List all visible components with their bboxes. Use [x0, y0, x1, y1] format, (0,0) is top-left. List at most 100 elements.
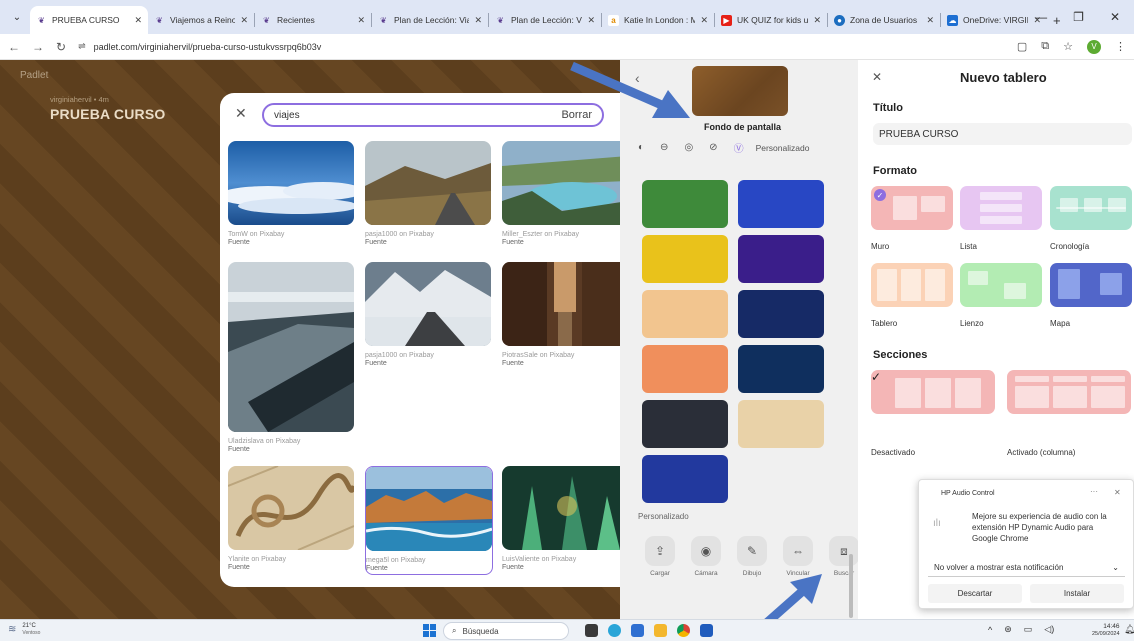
image-result[interactable]: Ylanite on Pixabay Fuente — [227, 465, 357, 571]
close-icon[interactable]: ✕ — [926, 15, 934, 26]
tab-zona-usuarios[interactable]: ● Zona de Usuarios ✕ — [828, 6, 940, 34]
image-result[interactable]: TomW on Pixabay Fuente — [220, 141, 363, 246]
profile-avatar[interactable]: V — [1087, 39, 1101, 54]
image-source-link[interactable]: Fuente — [228, 564, 356, 571]
image-result[interactable]: LuisValiente on Pixabay Fuente — [502, 466, 630, 571]
category-colors-icon[interactable]: ◐ — [638, 142, 644, 153]
wallpaper-swatch[interactable] — [642, 400, 728, 448]
section-option-off[interactable]: ✓ Desactivado — [871, 370, 995, 457]
image-source-link[interactable]: Fuente — [365, 360, 493, 367]
draw-button[interactable]: ✎ Dibujo — [732, 536, 772, 577]
wallpaper-swatch[interactable] — [738, 400, 824, 448]
close-window-icon[interactable]: ✕ — [1110, 10, 1120, 24]
image-source-link[interactable]: Fuente — [365, 239, 493, 246]
wallpaper-swatch[interactable] — [738, 235, 824, 283]
windows-start-icon[interactable] — [423, 624, 436, 637]
extensions-icon[interactable]: ⧉ — [1041, 40, 1049, 53]
menu-icon[interactable]: ⋮ — [1115, 40, 1126, 53]
category-textures-icon[interactable]: ⊘ — [709, 142, 717, 153]
close-icon[interactable]: ✕ — [700, 15, 708, 26]
wallpaper-swatch[interactable] — [642, 345, 728, 393]
dont-show-again-select[interactable]: No volver a mostrar esta notificación ⌄ — [928, 559, 1125, 577]
close-icon[interactable]: ✕ — [235, 105, 247, 122]
tab-katie-london[interactable]: a Katie In London : Mo ✕ — [602, 6, 714, 34]
format-option-tablero[interactable]: Tablero — [871, 263, 953, 328]
close-icon[interactable]: ✕ — [357, 15, 365, 26]
image-search-input[interactable]: viajes Borrar — [262, 103, 604, 127]
notification-bell-icon[interactable]: 🔔︎ — [1124, 624, 1134, 635]
wallpaper-swatch[interactable] — [642, 290, 728, 338]
minimize-icon[interactable]: — — [1035, 10, 1047, 24]
close-icon[interactable]: ✕ — [813, 15, 821, 26]
image-result-selected[interactable]: mega5l on Pixabay Fuente — [365, 466, 493, 575]
store-icon[interactable] — [631, 624, 644, 637]
format-option-muro[interactable]: ✓ Muro — [871, 186, 953, 251]
taskview-icon[interactable] — [585, 624, 598, 637]
category-patterns-icon[interactable]: ◎ — [684, 142, 693, 153]
taskbar-clock[interactable]: 14:46 25/09/2024 — [1092, 623, 1120, 638]
tab-recientes[interactable]: ❦ Recientes ✕ — [255, 6, 371, 34]
tab-viajemos[interactable]: ❦ Viajemos a Reino Un ✕ — [148, 6, 254, 34]
weather-widget[interactable]: ≋ 21°C Ventoso — [8, 623, 40, 636]
site-info-icon[interactable]: ⇌ — [78, 41, 86, 52]
image-source-link[interactable]: Fuente — [502, 239, 630, 246]
dismiss-button[interactable]: Descartar — [928, 584, 1022, 603]
image-source-link[interactable]: Fuente — [502, 360, 630, 367]
image-result[interactable]: pasja1000 on Pixabay Fuente — [365, 141, 493, 246]
cast-icon[interactable]: ▢ — [1017, 40, 1027, 53]
tab-custom[interactable]: Personalizado — [756, 143, 810, 153]
word-icon[interactable] — [700, 624, 713, 637]
wallpaper-swatch[interactable] — [738, 290, 824, 338]
wallpaper-swatch[interactable] — [642, 455, 728, 503]
meet-icon[interactable] — [608, 624, 621, 637]
clear-search-button[interactable]: Borrar — [561, 109, 592, 121]
back-icon[interactable]: ← — [8, 40, 20, 54]
wallpaper-swatch[interactable] — [642, 180, 728, 228]
format-option-lista[interactable]: Lista — [960, 186, 1042, 251]
close-icon[interactable]: ✕ — [134, 15, 142, 26]
tab-search-button[interactable]: ⌄ — [4, 4, 30, 30]
install-button[interactable]: Instalar — [1030, 584, 1124, 603]
bookmark-star-icon[interactable]: ☆ — [1063, 40, 1073, 53]
format-option-mapa[interactable]: Mapa — [1050, 263, 1132, 328]
tab-prueba-curso[interactable]: ❦ PRUEBA CURSO ✕ — [30, 6, 148, 34]
wallpaper-swatch[interactable] — [642, 235, 728, 283]
scrollbar[interactable] — [849, 554, 853, 618]
volume-icon[interactable]: ◁) — [1044, 624, 1054, 635]
format-option-lienzo[interactable]: Lienzo — [960, 263, 1042, 328]
camera-button[interactable]: ◉ Cámara — [686, 536, 726, 577]
close-icon[interactable]: ✕ — [240, 15, 248, 26]
restore-icon[interactable]: ❐ — [1073, 10, 1084, 24]
close-icon[interactable]: ✕ — [872, 70, 882, 84]
image-source-link[interactable]: Fuente — [228, 446, 356, 453]
network-icon[interactable]: ⊛ — [1004, 624, 1012, 635]
close-icon[interactable]: ✕ — [587, 15, 595, 26]
more-options-icon[interactable]: ··· — [1090, 487, 1098, 496]
tab-plan-leccion-1[interactable]: ❦ Plan de Lección: Viaj ✕ — [372, 6, 488, 34]
category-custom-icon[interactable]: Ⓥ — [734, 140, 744, 155]
link-button[interactable]: ⇔ Vincular — [778, 536, 818, 577]
chevron-up-icon[interactable]: ^ — [988, 625, 992, 635]
image-result[interactable]: pasja1000 on Pixabay Fuente — [365, 262, 493, 367]
image-result[interactable]: PiotrasSale on Pixabay Fuente — [502, 262, 630, 367]
image-source-link[interactable]: Fuente — [366, 565, 492, 572]
category-gradients-icon[interactable]: ⊖ — [660, 142, 668, 153]
image-result[interactable]: Miller_Eszter on Pixabay Fuente — [502, 141, 630, 246]
chrome-icon[interactable] — [677, 624, 690, 637]
image-result[interactable]: Uladzislava on Pixabay Fuente — [228, 262, 356, 453]
file-explorer-icon[interactable] — [654, 624, 667, 637]
tab-uk-quiz[interactable]: ▶ UK QUIZ for kids uni ✕ — [715, 6, 827, 34]
close-icon[interactable]: ✕ — [1114, 488, 1121, 497]
back-chevron-icon[interactable]: ‹ — [635, 70, 640, 86]
board-title-input[interactable]: PRUEBA CURSO — [873, 123, 1132, 145]
section-option-columns[interactable]: Activado (columna) — [1007, 370, 1131, 457]
tab-onedrive[interactable]: ☁ OneDrive: VIRGINIA ✕ — [941, 6, 1047, 34]
display-icon[interactable]: ▭ — [1024, 624, 1033, 635]
tab-plan-leccion-2[interactable]: ❦ Plan de Lección: Viaj ✕ — [489, 6, 601, 34]
close-icon[interactable]: ✕ — [474, 15, 482, 26]
reload-icon[interactable]: ↻ — [56, 40, 66, 54]
wallpaper-swatch[interactable] — [738, 180, 824, 228]
taskbar-search[interactable]: ⌕ Búsqueda — [443, 622, 569, 640]
image-source-link[interactable]: Fuente — [228, 239, 356, 246]
padlet-logo[interactable]: Padlet — [20, 70, 48, 81]
